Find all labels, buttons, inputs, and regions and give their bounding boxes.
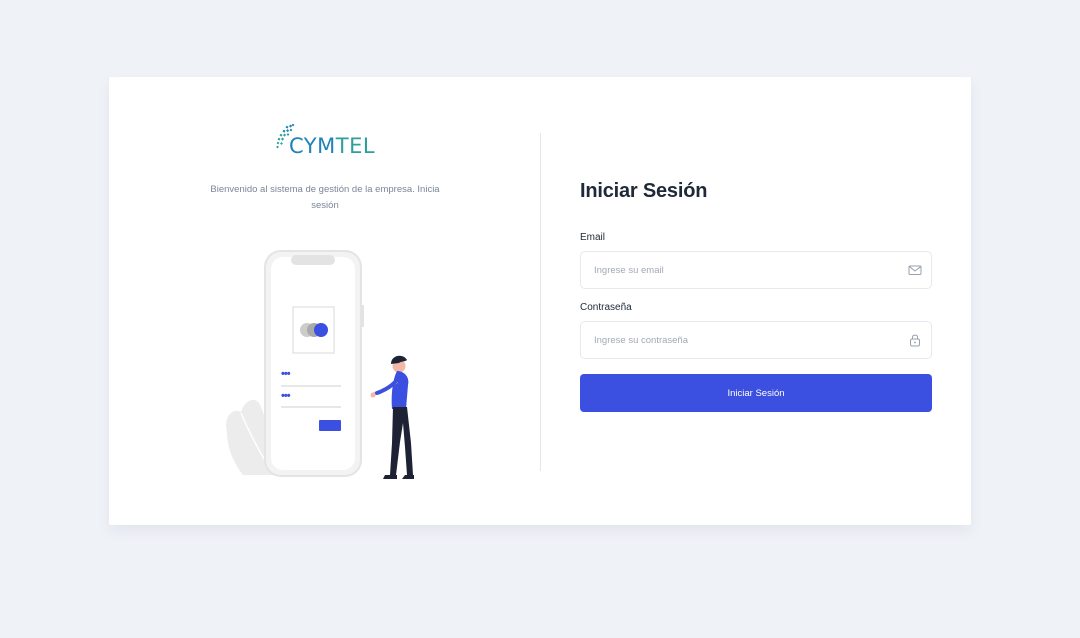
mail-icon <box>908 263 922 277</box>
email-input[interactable] <box>594 261 894 279</box>
logo-wordmark-accent: TEL <box>335 134 376 158</box>
logo-wordmark: CYMTEL <box>289 136 375 157</box>
login-form: Iniciar Sesión Email Contraseña <box>580 77 932 525</box>
illustration-password-dots-1: ••• <box>281 368 291 380</box>
login-card: CYMTEL Bienvenido al sistema de gestión … <box>109 77 971 525</box>
company-logo: CYMTEL <box>275 123 377 161</box>
email-field[interactable] <box>580 251 932 289</box>
password-field[interactable] <box>580 321 932 359</box>
lock-icon <box>908 333 922 347</box>
email-label: Email <box>580 232 606 243</box>
login-submit-button[interactable]: Iniciar Sesión <box>580 374 932 412</box>
form-title: Iniciar Sesión <box>580 180 708 202</box>
logo-wordmark-main: CYM <box>289 134 336 158</box>
vertical-divider <box>540 133 541 471</box>
login-illustration: ••• ••• <box>221 247 421 479</box>
brand-panel: CYMTEL Bienvenido al sistema de gestión … <box>109 77 540 525</box>
phone-person-illustration-icon <box>226 250 414 479</box>
password-input[interactable] <box>594 331 894 349</box>
illustration-password-dots-2: ••• <box>281 390 291 402</box>
welcome-message: Bienvenido al sistema de gestión de la e… <box>210 184 440 211</box>
password-label: Contraseña <box>580 302 632 313</box>
